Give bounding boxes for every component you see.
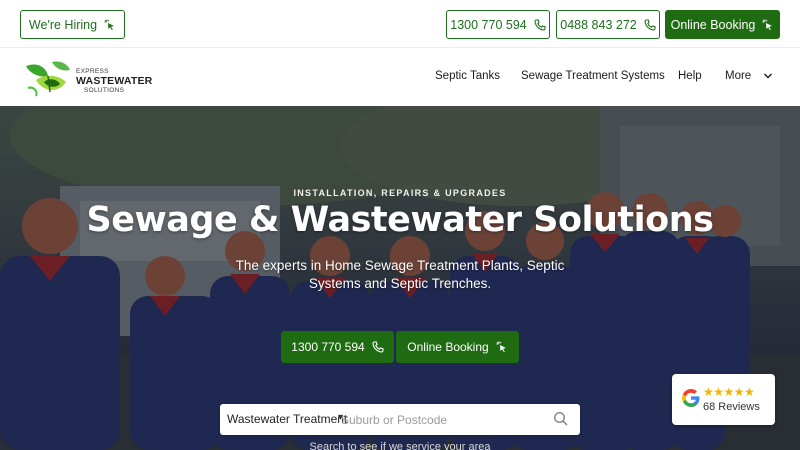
postcode-search-input[interactable]	[341, 408, 541, 431]
phone-button-1[interactable]: 1300 770 594	[446, 10, 550, 39]
hiring-button[interactable]: We're Hiring	[20, 10, 125, 39]
service-area-search: Wastewater Treatment ▾	[220, 404, 580, 435]
search-hint: Search to see if we service your area	[309, 441, 491, 450]
online-booking-button[interactable]: Online Booking	[665, 10, 780, 39]
site-logo[interactable]: EXPRESS WASTEWATER SOLUTIONS	[22, 58, 162, 100]
nav-item-more[interactable]: More	[725, 70, 751, 82]
search-icon[interactable]	[553, 411, 569, 427]
booking-label: Online Booking	[670, 17, 756, 32]
google-reviews-badge[interactable]: ★★★★★ 68 Reviews	[672, 374, 775, 425]
logo-line-2: WASTEWATER	[76, 75, 153, 87]
nav-item-sewage-treatment-systems[interactable]: Sewage Treatment Systems	[521, 70, 665, 82]
hiring-label: We're Hiring	[28, 17, 98, 32]
hero-subtitle: The experts in Home Sewage Treatment Pla…	[235, 258, 565, 291]
hero-booking-button[interactable]: Online Booking	[396, 331, 519, 363]
cursor-click-icon	[762, 19, 773, 30]
phone-button-2[interactable]: 0488 843 272	[556, 10, 660, 39]
phone-1-label: 1300 770 594	[450, 17, 527, 32]
nav-item-help[interactable]: Help	[678, 70, 702, 82]
hero-eyebrow: INSTALLATION, REPAIRS & UPGRADES	[293, 188, 507, 198]
phone-icon	[372, 341, 384, 353]
hero-title: Sewage & Wastewater Solutions	[86, 200, 714, 240]
google-icon	[682, 389, 700, 407]
phone-2-label: 0488 843 272	[560, 17, 637, 32]
reviews-count: 68 Reviews	[703, 401, 760, 413]
logo-line-3: SOLUTIONS	[84, 87, 125, 94]
phone-icon	[534, 18, 546, 31]
phone-icon	[644, 18, 656, 31]
logo-line-1: EXPRESS	[76, 68, 109, 75]
hero-booking-label: Online Booking	[407, 340, 489, 354]
cursor-click-icon	[496, 341, 506, 353]
nav-item-septic-tanks[interactable]: Septic Tanks	[435, 70, 500, 82]
cursor-click-icon	[104, 19, 115, 30]
leaf-logo-icon	[26, 61, 70, 97]
hero-phone-button[interactable]: 1300 770 594	[281, 331, 394, 363]
service-category-select[interactable]: Wastewater Treatment	[227, 412, 347, 426]
star-rating: ★★★★★	[703, 385, 755, 399]
hero-phone-label: 1300 770 594	[291, 340, 365, 354]
chevron-down-icon[interactable]	[763, 72, 773, 80]
